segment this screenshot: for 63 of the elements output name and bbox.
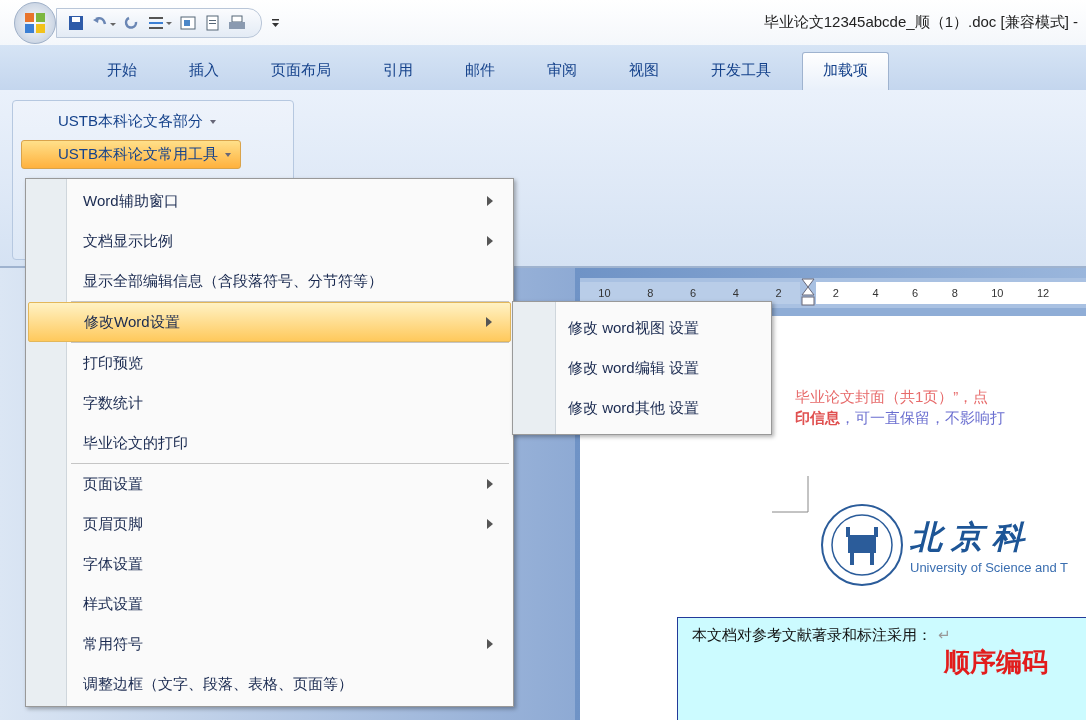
dropdown-button[interactable]: USTB本科论文常用工具: [21, 140, 241, 169]
submenu-arrow-icon: [486, 317, 492, 327]
margin-corner-mark: [770, 476, 810, 516]
submenu-arrow-icon: [487, 196, 493, 206]
image-icon[interactable]: [179, 13, 197, 32]
menu-item[interactable]: 样式设置: [28, 584, 511, 624]
ruler-number: 6: [689, 287, 697, 299]
ruler-number: 6: [912, 287, 919, 299]
ribbon-tab[interactable]: 视图: [608, 52, 680, 90]
menu-item[interactable]: 显示全部编辑信息（含段落符号、分节符等）: [28, 261, 511, 301]
menu-item[interactable]: 打印预览: [28, 343, 511, 383]
ruler-number: 8: [951, 287, 958, 299]
ribbon-tab[interactable]: 开发工具: [690, 52, 792, 90]
notice-text: 本文档对参考文献著录和标注采用：: [692, 626, 932, 643]
menu-item[interactable]: 页眉页脚: [28, 504, 511, 544]
menu-item[interactable]: 修改Word设置: [28, 302, 511, 342]
ruler-number: 2: [775, 287, 782, 299]
caret-icon: [209, 118, 217, 125]
note-text: 毕业论文封面（共1页）”，点: [795, 388, 989, 405]
menu-item[interactable]: 修改 word编辑 设置: [513, 348, 771, 388]
ribbon-tab[interactable]: 引用: [362, 52, 434, 90]
submenu-arrow-icon: [487, 639, 493, 649]
ruler-number: 2: [832, 287, 839, 299]
seal-emblem-icon: [820, 503, 904, 587]
note-text: 印信息: [795, 409, 840, 426]
menu-item[interactable]: 文档显示比例: [28, 221, 511, 261]
menu-item[interactable]: 调整边框（文字、段落、表格、页面等）: [28, 664, 511, 704]
menu-item[interactable]: 毕业论文的打印: [28, 423, 511, 463]
menu-item[interactable]: Word辅助窗口: [28, 181, 511, 221]
paragraph-mark: ↵: [938, 626, 951, 643]
note-text: ，可一直保留，不影响打: [840, 409, 1005, 426]
ruler-number: 4: [872, 287, 879, 299]
menu-item[interactable]: 页面设置: [28, 464, 511, 504]
notice-heading: 顺序编码: [944, 646, 1049, 679]
menu-item[interactable]: 字体设置: [28, 544, 511, 584]
ruler-number: 12: [1037, 287, 1050, 299]
menu-item[interactable]: 字数统计: [28, 383, 511, 423]
menu-item[interactable]: 修改 word其他 设置: [513, 388, 771, 428]
menu-item[interactable]: 修改 word视图 设置: [513, 308, 771, 348]
ribbon-tab[interactable]: 邮件: [444, 52, 516, 90]
ruler-number: 10: [991, 287, 1004, 299]
document-icon[interactable]: [203, 13, 221, 32]
window-title: 毕业论文12345abcde_顺（1）.doc [兼容模式] -: [763, 13, 1078, 32]
menu-item[interactable]: 常用符号: [28, 624, 511, 664]
ruler-number: 8: [647, 287, 654, 299]
save-icon[interactable]: [67, 13, 85, 32]
ribbon-tab[interactable]: 页面布局: [250, 52, 352, 90]
indent-marker-icon[interactable]: [800, 278, 816, 308]
university-english-name: University of Science and T: [910, 559, 1068, 575]
office-button[interactable]: [14, 1, 56, 44]
ribbon-tab[interactable]: 审阅: [526, 52, 598, 90]
submenu-arrow-icon: [487, 519, 493, 529]
university-name: 北 京 科: [910, 517, 1027, 557]
ribbon-tab[interactable]: 开始: [86, 52, 158, 90]
submenu-arrow-icon: [487, 236, 493, 246]
caret-icon: [224, 151, 232, 158]
ruler-number: 10: [598, 287, 611, 299]
submenu-arrow-icon: [487, 479, 493, 489]
dropdown-button[interactable]: USTB本科论文各部分: [21, 107, 226, 136]
ribbon-tab[interactable]: 加载项: [802, 52, 889, 90]
ribbon-tab[interactable]: 插入: [168, 52, 240, 90]
ruler-number: 4: [732, 287, 739, 299]
printer-icon[interactable]: [227, 13, 247, 32]
